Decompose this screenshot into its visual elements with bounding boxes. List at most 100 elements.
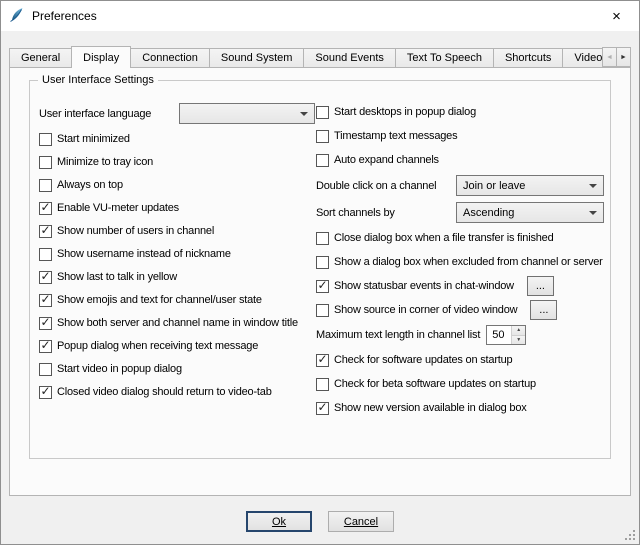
ok-label: Ok: [272, 516, 286, 528]
tab-general[interactable]: General: [9, 48, 72, 67]
checkbox-box[interactable]: ✓: [39, 340, 52, 353]
app-icon: [9, 7, 25, 26]
titlebar[interactable]: Preferences ×: [1, 1, 639, 31]
tab-scroll-left-button[interactable]: ◄: [602, 47, 617, 67]
checkbox-check-beta-updates[interactable]: Check for beta software updates on start…: [316, 375, 604, 393]
window-title: Preferences: [32, 9, 97, 23]
checkbox-label: Start desktops in popup dialog: [334, 106, 476, 118]
checkbox-box[interactable]: ✓: [39, 386, 52, 399]
right-column: Start desktops in popup dialog Timestamp…: [316, 103, 604, 423]
checkbox-label: Check for software updates on startup: [334, 354, 512, 366]
checkbox-statusbar-events[interactable]: ✓ Show statusbar events in chat-window .…: [316, 277, 604, 295]
checkbox-minimize-to-tray[interactable]: Minimize to tray icon: [39, 153, 315, 171]
checkbox-start-desktops-popup[interactable]: Start desktops in popup dialog: [316, 103, 604, 121]
checkbox-last-to-talk-yellow[interactable]: ✓ Show last to talk in yellow: [39, 268, 315, 286]
max-text-length-spinbox[interactable]: 50 ▲ ▼: [486, 325, 526, 345]
checkbox-box[interactable]: [316, 130, 329, 143]
checkbox-label: Show emojis and text for channel/user st…: [57, 294, 262, 306]
checkbox-check-updates[interactable]: ✓ Check for software updates on startup: [316, 351, 604, 369]
ellipsis-label: ...: [539, 304, 548, 316]
checkbox-show-username[interactable]: Show username instead of nickname: [39, 245, 315, 263]
checkbox-timestamp-messages[interactable]: Timestamp text messages: [316, 127, 604, 145]
language-label: User interface language: [39, 108, 151, 120]
double-click-value: Join or leave: [463, 180, 525, 192]
checkbox-label: Start video in popup dialog: [57, 363, 182, 375]
checkmark-icon: ✓: [40, 201, 50, 213]
spin-down-button[interactable]: ▼: [512, 336, 525, 345]
resize-grip[interactable]: [624, 529, 636, 541]
ok-button[interactable]: Ok: [246, 511, 312, 532]
language-combobox[interactable]: [179, 103, 315, 124]
checkmark-icon: ✓: [40, 270, 50, 282]
tab-sound-events[interactable]: Sound Events: [303, 48, 396, 67]
checkbox-dialog-when-excluded[interactable]: Show a dialog box when excluded from cha…: [316, 253, 604, 271]
checkbox-closed-video-return[interactable]: ✓ Closed video dialog should return to v…: [39, 383, 315, 401]
double-click-combobox[interactable]: Join or leave: [456, 175, 604, 196]
checkbox-box[interactable]: ✓: [39, 271, 52, 284]
tab-text-to-speech[interactable]: Text To Speech: [395, 48, 494, 67]
checkbox-box[interactable]: [316, 154, 329, 167]
footer: Ok Cancel: [1, 511, 639, 532]
arrow-left-icon: ◄: [606, 54, 613, 61]
checkbox-box[interactable]: [39, 156, 52, 169]
checkbox-popup-text-message[interactable]: ✓ Popup dialog when receiving text messa…: [39, 337, 315, 355]
chevron-down-icon: [589, 184, 597, 188]
checkmark-icon: ✓: [40, 339, 50, 351]
double-click-label: Double click on a channel: [316, 180, 436, 192]
checkbox-label: Enable VU-meter updates: [57, 202, 179, 214]
checkbox-box[interactable]: [316, 256, 329, 269]
checkbox-show-emojis[interactable]: ✓ Show emojis and text for channel/user …: [39, 291, 315, 309]
max-text-length-row: Maximum text length in channel list 50 ▲…: [316, 325, 604, 345]
checkbox-start-minimized[interactable]: Start minimized: [39, 130, 315, 148]
tab-scroll-right-button[interactable]: ►: [616, 47, 631, 67]
tab-display[interactable]: Display: [71, 46, 131, 68]
checkbox-label: Show username instead of nickname: [57, 248, 231, 260]
checkbox-new-version-dialog[interactable]: ✓ Show new version available in dialog b…: [316, 399, 604, 417]
checkbox-box[interactable]: ✓: [39, 202, 52, 215]
checkbox-label: Check for beta software updates on start…: [334, 378, 536, 390]
checkbox-box[interactable]: ✓: [316, 280, 329, 293]
checkmark-icon: ✓: [317, 279, 327, 291]
checkbox-box[interactable]: ✓: [39, 317, 52, 330]
checkbox-box[interactable]: [316, 378, 329, 391]
checkbox-always-on-top[interactable]: Always on top: [39, 176, 315, 194]
checkbox-box[interactable]: [316, 232, 329, 245]
checkbox-box[interactable]: [39, 133, 52, 146]
checkbox-label: Show last to talk in yellow: [57, 271, 177, 283]
checkbox-show-user-count[interactable]: ✓ Show number of users in channel: [39, 222, 315, 240]
sort-channels-combobox[interactable]: Ascending: [456, 202, 604, 223]
checkbox-vu-meter-updates[interactable]: ✓ Enable VU-meter updates: [39, 199, 315, 217]
checkbox-box[interactable]: [316, 106, 329, 119]
checkbox-box[interactable]: [316, 304, 329, 317]
chevron-down-icon: [300, 112, 308, 116]
checkbox-label: Start minimized: [57, 133, 130, 145]
language-row: User interface language: [39, 103, 315, 124]
checkbox-server-channel-in-title[interactable]: ✓ Show both server and channel name in w…: [39, 314, 315, 332]
tab-sound-system[interactable]: Sound System: [209, 48, 305, 67]
checkbox-start-video-popup[interactable]: Start video in popup dialog: [39, 360, 315, 378]
checkbox-box[interactable]: ✓: [316, 402, 329, 415]
checkbox-close-on-transfer-finished[interactable]: Close dialog box when a file transfer is…: [316, 229, 604, 247]
close-icon: ×: [612, 8, 621, 25]
checkbox-show-video-source[interactable]: Show source in corner of video window ..…: [316, 301, 604, 319]
checkbox-box[interactable]: [39, 179, 52, 192]
checkbox-auto-expand-channels[interactable]: Auto expand channels: [316, 151, 604, 169]
spin-up-button[interactable]: ▲: [512, 326, 525, 336]
checkbox-label: Minimize to tray icon: [57, 156, 153, 168]
checkbox-box[interactable]: ✓: [39, 294, 52, 307]
sort-channels-label: Sort channels by: [316, 207, 395, 219]
spin-value: 50: [492, 329, 504, 341]
checkbox-box[interactable]: [39, 363, 52, 376]
video-source-more-button[interactable]: ...: [530, 300, 557, 320]
tab-shortcuts[interactable]: Shortcuts: [493, 48, 563, 67]
statusbar-events-more-button[interactable]: ...: [527, 276, 554, 296]
checkbox-box[interactable]: ✓: [316, 354, 329, 367]
checkmark-icon: ✓: [40, 224, 50, 236]
checkbox-label: Popup dialog when receiving text message: [57, 340, 258, 352]
cancel-button[interactable]: Cancel: [328, 511, 394, 532]
checkbox-box[interactable]: ✓: [39, 225, 52, 238]
tab-connection[interactable]: Connection: [130, 48, 210, 67]
close-button[interactable]: ×: [594, 1, 639, 31]
preferences-window: Preferences × General Display Connection…: [0, 0, 640, 545]
checkbox-box[interactable]: [39, 248, 52, 261]
